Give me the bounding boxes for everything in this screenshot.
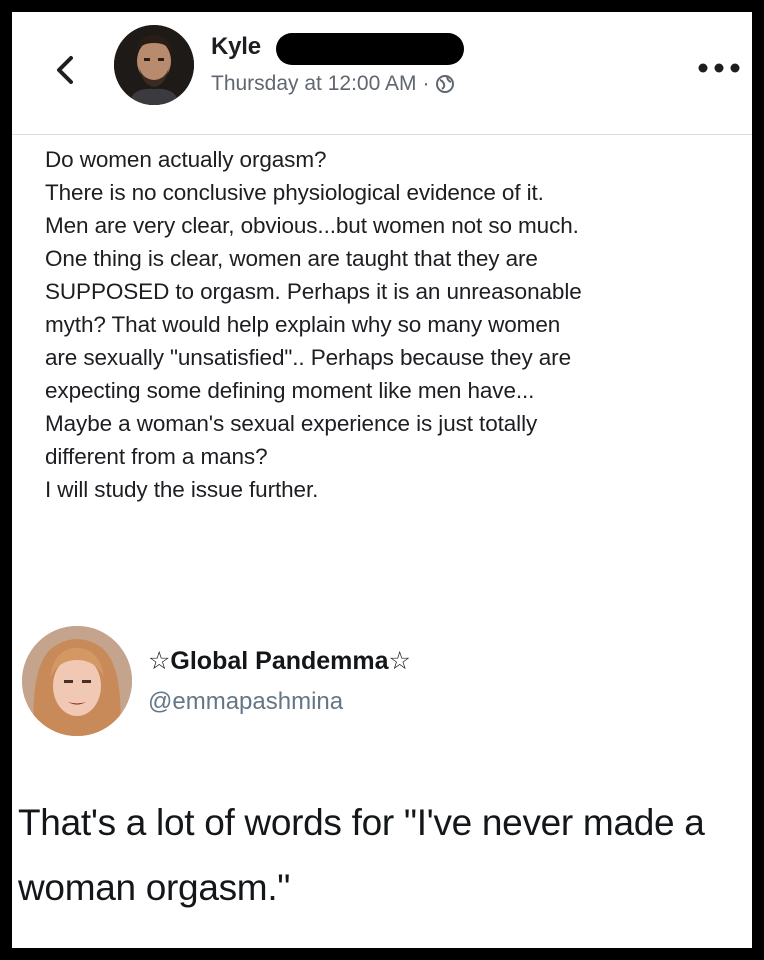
chevron-left-icon bbox=[57, 56, 73, 84]
author-name[interactable]: Kyle bbox=[211, 33, 261, 61]
post-text: Do women actually orgasm? There is no co… bbox=[45, 147, 582, 502]
post-meta: Thursday at 12:00 AM · bbox=[211, 72, 455, 96]
globe-icon bbox=[435, 74, 455, 94]
post-timestamp[interactable]: Thursday at 12:00 AM bbox=[211, 72, 416, 96]
meta-separator: · bbox=[422, 72, 430, 95]
reply-handle[interactable]: @emmapashmina bbox=[148, 688, 343, 716]
screenshot-frame: Kyle Thursday at 12:00 AM · Do women act… bbox=[12, 12, 752, 948]
reply-display-name[interactable]: ☆Global Pandemma☆ bbox=[148, 646, 411, 676]
author-avatar[interactable] bbox=[114, 25, 194, 105]
post-header: Kyle Thursday at 12:00 AM · bbox=[12, 12, 752, 135]
redaction-bar bbox=[276, 33, 464, 65]
reply-avatar[interactable] bbox=[22, 626, 132, 736]
more-dots-icon bbox=[698, 63, 740, 73]
back-button[interactable] bbox=[50, 50, 80, 90]
more-options-button[interactable] bbox=[696, 58, 742, 78]
reply-text: That's a lot of words for "I've never ma… bbox=[18, 802, 705, 908]
